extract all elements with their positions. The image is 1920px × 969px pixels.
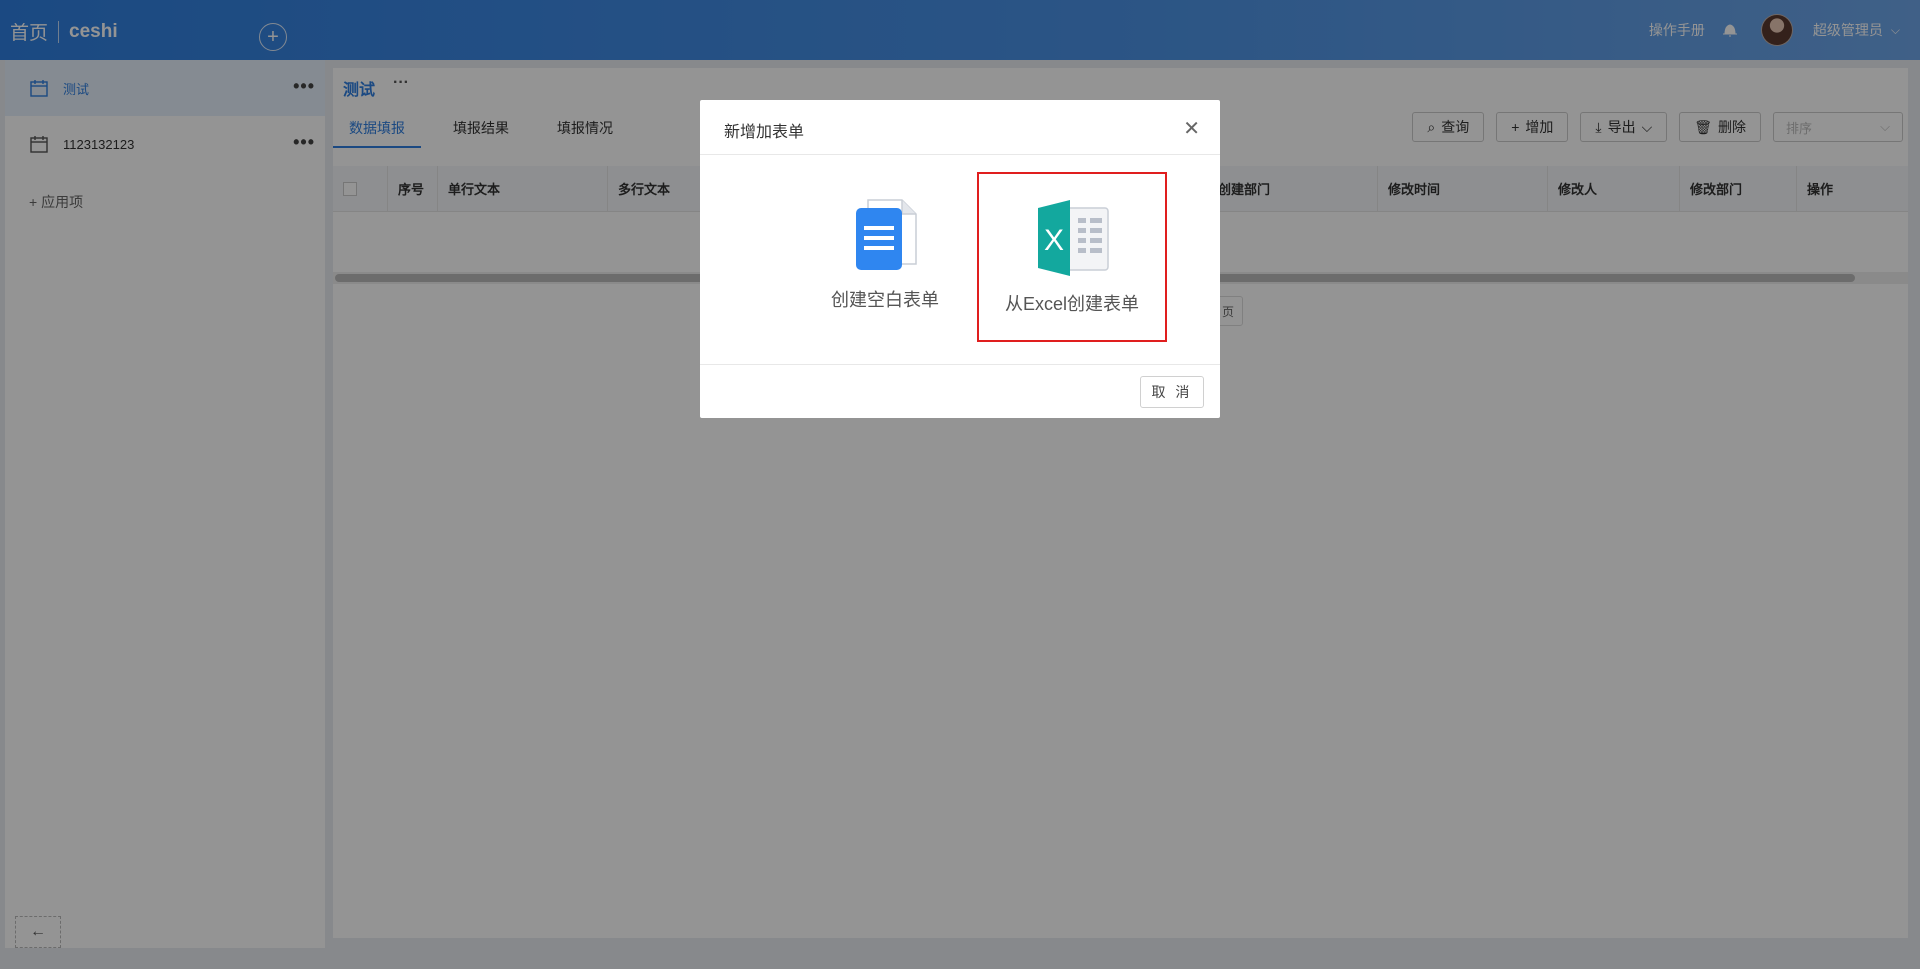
cancel-button[interactable]: 取 消: [1140, 376, 1204, 408]
excel-icon: X: [1038, 200, 1109, 276]
document-icon: [856, 199, 917, 270]
close-icon[interactable]: ✕: [1183, 116, 1200, 141]
option-label: 从Excel创建表单: [1004, 294, 1139, 314]
divider: [700, 364, 1220, 365]
create-blank-form-option[interactable]: 创建空白表单: [790, 172, 980, 342]
new-form-dialog: 新增加表单 ✕ 创建空白表单 X 从Excel创建表单 取 消: [700, 100, 1220, 418]
dialog-title: 新增加表单: [724, 124, 805, 141]
option-label: 创建空白表单: [831, 290, 939, 310]
create-from-excel-option[interactable]: X 从Excel创建表单: [977, 172, 1167, 342]
svg-text:X: X: [1044, 224, 1064, 257]
divider: [700, 154, 1220, 155]
